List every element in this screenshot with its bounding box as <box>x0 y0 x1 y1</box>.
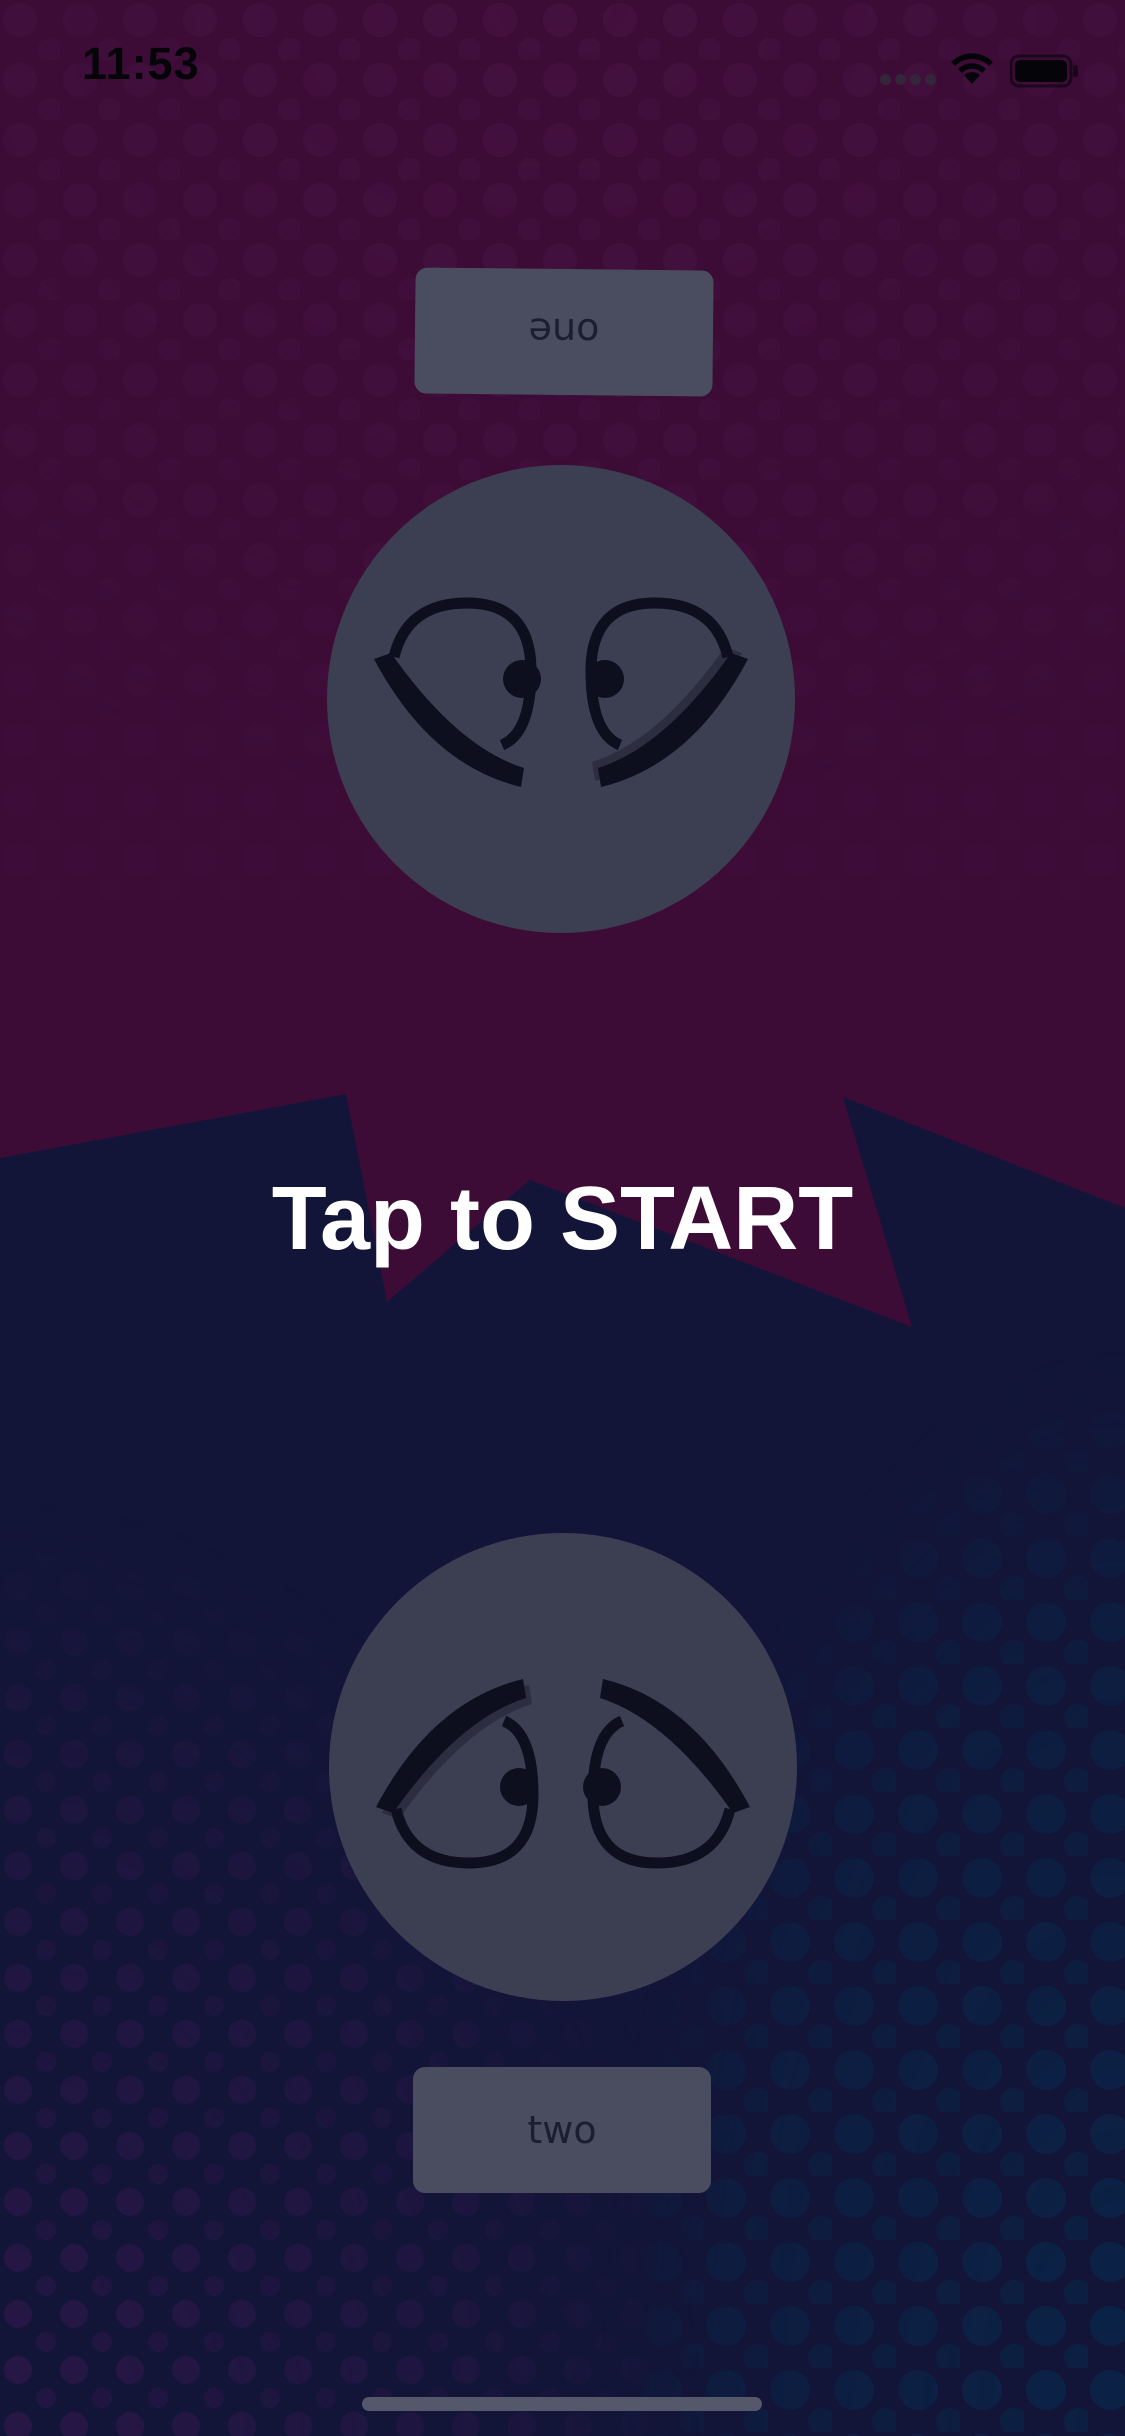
cellular-signal-icon <box>880 74 938 88</box>
player-one-button[interactable]: one <box>414 267 714 397</box>
status-bar: 11:53 <box>0 0 1125 140</box>
wifi-icon <box>951 53 993 84</box>
battery-icon <box>1010 54 1078 88</box>
eyes-face-icon <box>376 1679 750 1869</box>
home-indicator[interactable] <box>362 2397 762 2411</box>
player-one-avatar[interactable] <box>327 465 795 933</box>
player-two-avatar[interactable] <box>329 1533 797 2001</box>
eyes-face-icon <box>374 597 748 787</box>
tap-to-start-prompt[interactable]: Tap to START <box>0 1168 1125 1271</box>
status-time: 11:53 <box>82 38 200 89</box>
start-screen[interactable]: 11:53 one Tap to START two <box>0 0 1125 2436</box>
player-two-button[interactable]: two <box>413 2067 711 2193</box>
